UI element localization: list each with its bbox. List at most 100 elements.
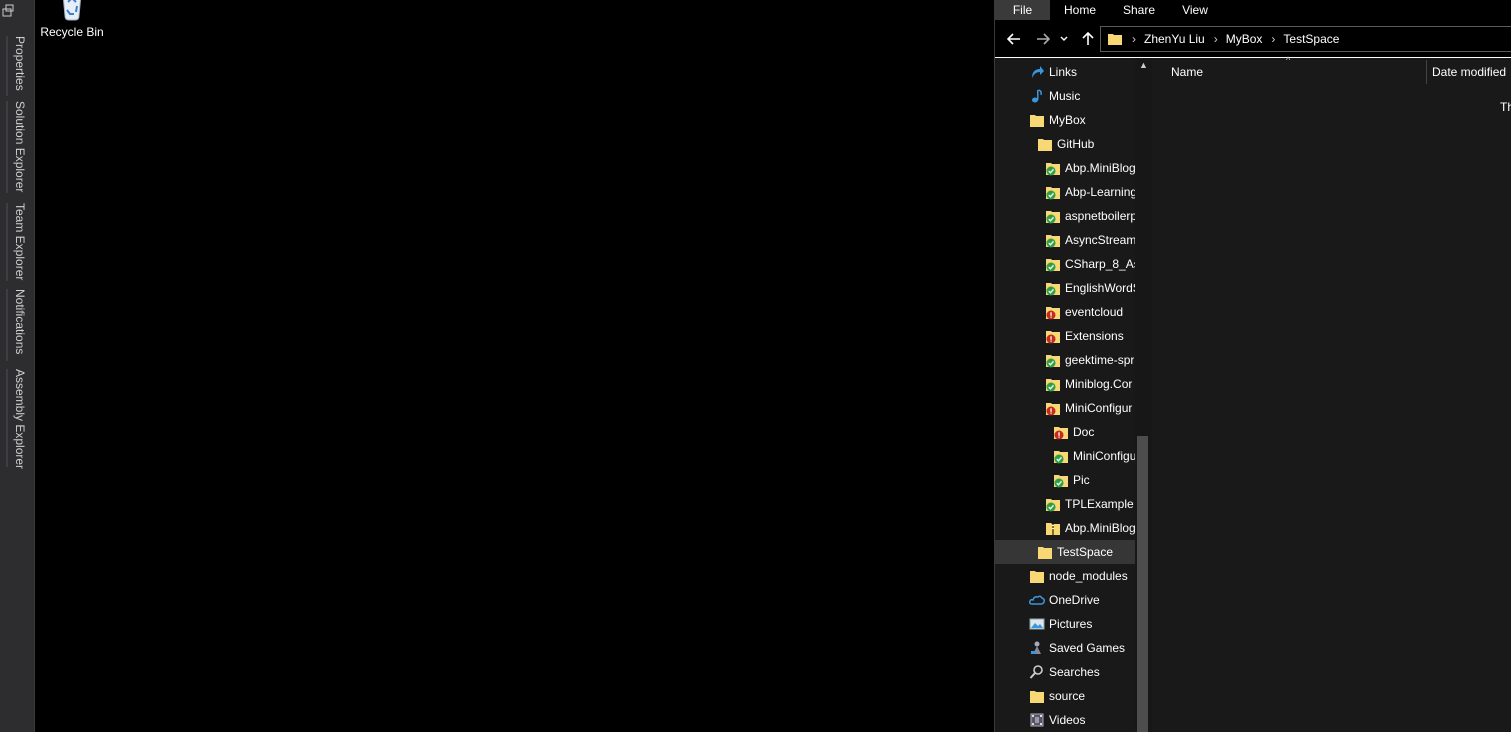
nav-item-saved-games[interactable]: Saved Games	[995, 636, 1135, 660]
address-bar: › ZhenYu Liu › MyBox › TestSpace	[995, 20, 1511, 59]
chevron-down-icon	[1060, 36, 1068, 41]
recycle-bin-label: Recycle Bin	[40, 25, 104, 39]
saved-games-icon	[1029, 640, 1045, 656]
nav-item-miniconfigur[interactable]: MiniConfigur	[995, 396, 1135, 420]
nav-item-label: Abp-Learning	[1065, 185, 1135, 199]
synced-folder-icon	[1045, 160, 1061, 176]
breadcrumb-mybox[interactable]: MyBox	[1226, 32, 1263, 46]
nav-item-pic[interactable]: Pic	[995, 468, 1135, 492]
tab-notifications[interactable]: Notifications	[6, 289, 31, 361]
nav-item-links[interactable]: Links	[995, 60, 1135, 84]
nav-item-label: aspnetboilerp	[1065, 209, 1135, 223]
tab-home[interactable]: Home	[1057, 0, 1103, 20]
videos-icon	[1029, 712, 1045, 728]
breadcrumb-zhenyu-liu[interactable]: ZhenYu Liu	[1144, 32, 1205, 46]
nav-item-geektime-spr[interactable]: geektime-spr	[995, 348, 1135, 372]
folder-icon	[1029, 112, 1045, 128]
scroll-thumb[interactable]	[1137, 436, 1148, 732]
nav-item-label: Miniblog.Cor	[1065, 377, 1133, 391]
synced-folder-icon	[1045, 208, 1061, 224]
file-explorer-window: File Home Share View › ZhenYu Liu › MyBo…	[994, 0, 1511, 732]
nav-item-abp-miniblog[interactable]: Abp.MiniBlog	[995, 156, 1135, 180]
nav-item-englishwords[interactable]: EnglishWordS	[995, 276, 1135, 300]
column-header-name[interactable]: Name	[1171, 58, 1203, 86]
nav-item-label: Abp.MiniBlog	[1065, 521, 1135, 535]
arrow-right-icon	[1037, 33, 1050, 45]
synced-folder-icon	[1045, 352, 1061, 368]
nav-item-label: Extensions	[1065, 329, 1124, 343]
nav-item-csharp-8-asy[interactable]: CSharp_8_Asy	[995, 252, 1135, 276]
nav-item-node-modules[interactable]: node_modules	[995, 564, 1135, 588]
nav-item-onedrive[interactable]: OneDrive	[995, 588, 1135, 612]
nav-item-miniblog-cor[interactable]: Miniblog.Cor	[995, 372, 1135, 396]
tab-team-explorer[interactable]: Team Explorer	[6, 203, 31, 281]
address-input[interactable]: › ZhenYu Liu › MyBox › TestSpace	[1100, 26, 1511, 52]
arrow-left-icon	[1007, 33, 1020, 45]
window-icon	[2, 4, 14, 17]
music-icon	[1029, 88, 1045, 104]
file-list-pane[interactable]: Name ^ Date modified Th	[1153, 55, 1511, 732]
search-icon	[1029, 664, 1045, 680]
nav-item-label: Saved Games	[1049, 641, 1126, 655]
nav-item-label: MiniConfigu	[1073, 449, 1135, 463]
nav-item-label: Abp.MiniBlog	[1065, 161, 1135, 175]
sort-ascending-icon: ^	[1286, 55, 1291, 65]
nav-item-asyncstream[interactable]: AsyncStream	[995, 228, 1135, 252]
column-header-date-modified[interactable]: Date modified	[1432, 58, 1506, 86]
tab-solution-explorer[interactable]: Solution Explorer	[6, 101, 31, 193]
breadcrumb-testspace[interactable]: TestSpace	[1283, 32, 1339, 46]
tab-properties[interactable]: Properties	[6, 36, 31, 96]
column-header-row: Name ^ Date modified	[1153, 55, 1511, 86]
up-button[interactable]	[1078, 29, 1098, 49]
nav-item-music[interactable]: Music	[995, 84, 1135, 108]
vs-tool-strip: Properties Solution Explorer Team Explor…	[0, 0, 35, 732]
back-button[interactable]	[1004, 29, 1024, 49]
nav-item-label: TestSpace	[1057, 545, 1114, 559]
breadcrumb-separator-icon: ›	[1132, 32, 1136, 46]
nav-item-miniconfigu[interactable]: MiniConfigu	[995, 444, 1135, 468]
synced-folder-icon	[1053, 472, 1069, 488]
breadcrumb-separator-icon: ›	[1213, 32, 1218, 46]
recycle-bin-shortcut[interactable]: Recycle Bin	[40, 0, 104, 39]
nav-item-abp-learning[interactable]: Abp-Learning	[995, 180, 1135, 204]
nav-item-testspace[interactable]: TestSpace	[995, 540, 1135, 564]
nav-item-label: Pic	[1073, 473, 1090, 487]
nav-scrollbar[interactable]: ▲	[1135, 58, 1152, 732]
folder-icon	[1029, 688, 1045, 704]
nav-item-searches[interactable]: Searches	[995, 660, 1135, 684]
nav-item-pictures[interactable]: Pictures	[995, 612, 1135, 636]
pictures-icon	[1029, 616, 1045, 632]
synced-folder-icon	[1045, 376, 1061, 392]
navigation-pane: Links Music MyBox GitHub Abp.MiniBlog Abp-Lea…	[995, 58, 1153, 732]
synced-folder-icon	[1045, 184, 1061, 200]
nav-item-eventcloud[interactable]: eventcloud	[995, 300, 1135, 324]
forward-button[interactable]	[1033, 29, 1053, 49]
nav-item-doc[interactable]: Doc	[995, 420, 1135, 444]
nav-item-label: Doc	[1073, 425, 1095, 439]
nav-item-github[interactable]: GitHub	[995, 132, 1135, 156]
arrow-up-icon	[1082, 32, 1094, 45]
nav-item-extensions[interactable]: Extensions	[995, 324, 1135, 348]
scroll-up-icon[interactable]: ▲	[1135, 60, 1152, 74]
nav-item-label: TPLExample	[1065, 497, 1134, 511]
nav-item-videos[interactable]: Videos	[995, 708, 1135, 732]
tab-share[interactable]: Share	[1115, 0, 1163, 20]
tab-file[interactable]: File	[995, 0, 1050, 20]
nav-item-label: GitHub	[1057, 137, 1095, 151]
tab-view[interactable]: View	[1173, 0, 1217, 20]
conflict-folder-icon	[1045, 328, 1061, 344]
nav-item-label: Pictures	[1049, 617, 1093, 631]
nav-item-source[interactable]: source	[995, 684, 1135, 708]
column-divider[interactable]	[1426, 60, 1427, 84]
nav-item-mybox[interactable]: MyBox	[995, 108, 1135, 132]
nav-item-aspnetboilerp[interactable]: aspnetboilerp	[995, 204, 1135, 228]
nav-item-label: MyBox	[1049, 113, 1086, 127]
tab-assembly-explorer[interactable]: Assembly Explorer	[6, 369, 31, 469]
folder-icon	[1108, 34, 1122, 45]
recent-locations-button[interactable]	[1058, 29, 1070, 49]
synced-folder-icon	[1045, 232, 1061, 248]
recycle-bin-icon	[63, 0, 81, 21]
nav-item-label: source	[1049, 689, 1086, 703]
nav-item-abp-miniblog[interactable]: Abp.MiniBlog	[995, 516, 1135, 540]
nav-item-tplexample[interactable]: TPLExample	[995, 492, 1135, 516]
